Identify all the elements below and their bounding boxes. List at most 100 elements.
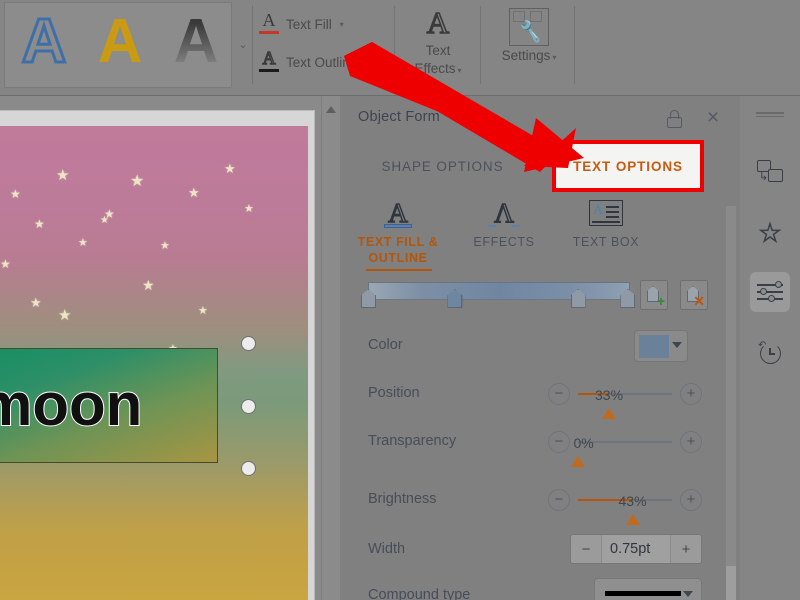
text-box-word: moon [0,370,143,439]
position-increase-button[interactable]: + [680,383,702,405]
wordart-style-fill-gold[interactable]: A [83,5,157,79]
settings-label: Settings ▾ [502,48,557,63]
add-gradient-stop-button[interactable]: + [640,280,668,310]
star-icon: ★ [188,185,200,200]
text-effects-label: Text Effects ▾ [414,42,461,80]
subtab-active-underline [366,269,432,271]
settings-button[interactable]: 🔧 Settings ▾ [486,2,572,88]
close-icon[interactable]: × [702,107,724,129]
position-slider[interactable]: − 33% + [548,380,702,419]
position-label: Position [368,385,420,401]
lock-icon[interactable] [666,109,684,129]
width-stepper[interactable]: − 0.75pt + [570,534,702,564]
text-outline-button[interactable]: A Text Outline ▾ [258,44,390,80]
transparency-track[interactable]: 0% [571,435,672,467]
subtab-effects-label: EFFECTS [473,235,535,249]
text-effects-label-line2: Effects [414,61,456,76]
brightness-decrease-button[interactable]: − [548,489,570,511]
wordart-style-gradient-gray[interactable]: A [159,5,233,79]
canvas-vertical-scrollbar[interactable] [321,96,340,600]
panel-tabs: SHAPE OPTIONS TEXT OPTIONS [340,140,740,192]
star-icon: ★ [34,217,45,231]
star-icon: ★ [56,167,70,184]
gradient-preview-bar[interactable] [368,282,630,300]
transparency-thumb[interactable] [571,456,585,467]
rail-grip-handle[interactable] [756,112,784,117]
brightness-slider[interactable]: − 43% + [548,486,702,525]
transparency-slider[interactable]: − 0% + [548,428,702,467]
tab-text-options[interactable]: TEXT OPTIONS [554,142,702,190]
ribbon-group-divider-3 [480,6,481,84]
compound-type-line-preview [605,591,681,596]
text-fill-icon: A [258,10,280,37]
text-outline-label: Text Outline [286,54,358,70]
object-format-panel: Object Form × SHAPE OPTIONS TEXT OPTIONS… [340,96,740,600]
gallery-more-chevron-icon[interactable]: ⌄ [236,38,250,52]
selection-handle-middle-right[interactable] [241,399,256,414]
text-fill-caret-icon[interactable]: ▾ [340,20,344,29]
version-history-icon[interactable]: ↶ [750,334,790,374]
text-outline-caret-icon[interactable]: ▾ [365,58,369,67]
tab-shape-options[interactable]: SHAPE OPTIONS [340,142,545,190]
text-fill-button[interactable]: A Text Fill ▾ [258,6,390,42]
color-chevron-down-icon[interactable] [672,342,682,348]
settings-icon: 🔧 [509,8,549,46]
text-fill-outline-group: A Text Fill ▾ A Text Outline ▾ [258,2,390,88]
color-label: Color [368,337,403,353]
scroll-up-arrow-icon[interactable] [326,106,336,113]
width-increase-button[interactable]: + [671,535,701,563]
panel-header: Object Form × [340,96,740,142]
width-value[interactable]: 0.75pt [601,535,671,563]
ribbon-group-divider [252,6,253,84]
star-icon: ★ [224,161,236,176]
compound-type-chevron-down-icon[interactable] [683,591,693,597]
transparency-decrease-button[interactable]: − [548,431,570,453]
subtab-text-fill-outline[interactable]: A TEXT FILL & OUTLINE [344,190,452,272]
width-decrease-button[interactable]: − [571,535,601,563]
compound-type-dropdown[interactable] [594,578,702,600]
position-thumb[interactable] [602,408,617,419]
text-fill-label: Text Fill [286,16,332,32]
property-row-position: Position − 33% + [340,372,740,419]
selected-text-box[interactable]: moon [0,348,218,463]
remove-stop-x-icon: ✕ [693,293,705,309]
text-effects-caret-icon[interactable]: ▾ [458,66,462,75]
selection-handle-bottom-right[interactable] [241,461,256,476]
subtab-text-box[interactable]: A TEXT BOX [552,190,660,272]
wordart-style-gallery[interactable]: A A A [4,2,232,88]
ribbon-group-divider-4 [574,6,575,84]
panel-scrollbar-thumb[interactable] [726,566,736,600]
subtab-text-fill-outline-label: TEXT FILL & OUTLINE [357,235,439,265]
animation-star-icon[interactable]: ★ [750,214,790,254]
effects-icon: Λ [482,196,526,230]
slide-content[interactable]: ★★★★★★★★★★★★★★★★★ moon [0,126,308,600]
selection-handle-top-right[interactable] [241,336,256,351]
slide-canvas-area[interactable]: ★★★★★★★★★★★★★★★★★ moon [0,96,340,600]
remove-gradient-stop-button[interactable]: ✕ [680,280,708,310]
color-swatch-button[interactable] [634,330,688,362]
star-icon: ★ [198,305,208,317]
transparency-label: Transparency [368,433,457,449]
replace-shape-icon[interactable]: ↳ [750,152,790,192]
star-icon: ★ [58,307,72,324]
star-icon: ★ [0,257,11,271]
text-effects-button[interactable]: A Text Effects ▾ [400,2,476,88]
format-sliders-icon[interactable] [750,272,790,312]
position-decrease-button[interactable]: − [548,383,570,405]
transparency-increase-button[interactable]: + [680,431,702,453]
ribbon-toolbar: A A A ⌄ A Text Fill ▾ A Text Outline ▾ A… [0,0,800,96]
brightness-thumb[interactable] [625,514,640,525]
subtab-effects[interactable]: Λ EFFECTS [450,190,558,272]
text-fill-outline-icon: A [376,196,420,230]
brightness-label: Brightness [368,491,437,507]
property-row-brightness: Brightness − 43% + [340,478,740,525]
brightness-track[interactable]: 43% [578,493,672,525]
star-icon: ★ [160,240,170,252]
wordart-style-outline-blue[interactable]: A [7,5,81,79]
settings-caret-icon[interactable]: ▾ [552,53,556,62]
ribbon-group-divider-2 [394,6,395,84]
property-row-transparency: Transparency − 0% + [340,420,740,467]
brightness-increase-button[interactable]: + [680,489,702,511]
panel-scrollbar-track[interactable] [726,206,736,600]
position-track[interactable]: 33% [578,387,672,419]
